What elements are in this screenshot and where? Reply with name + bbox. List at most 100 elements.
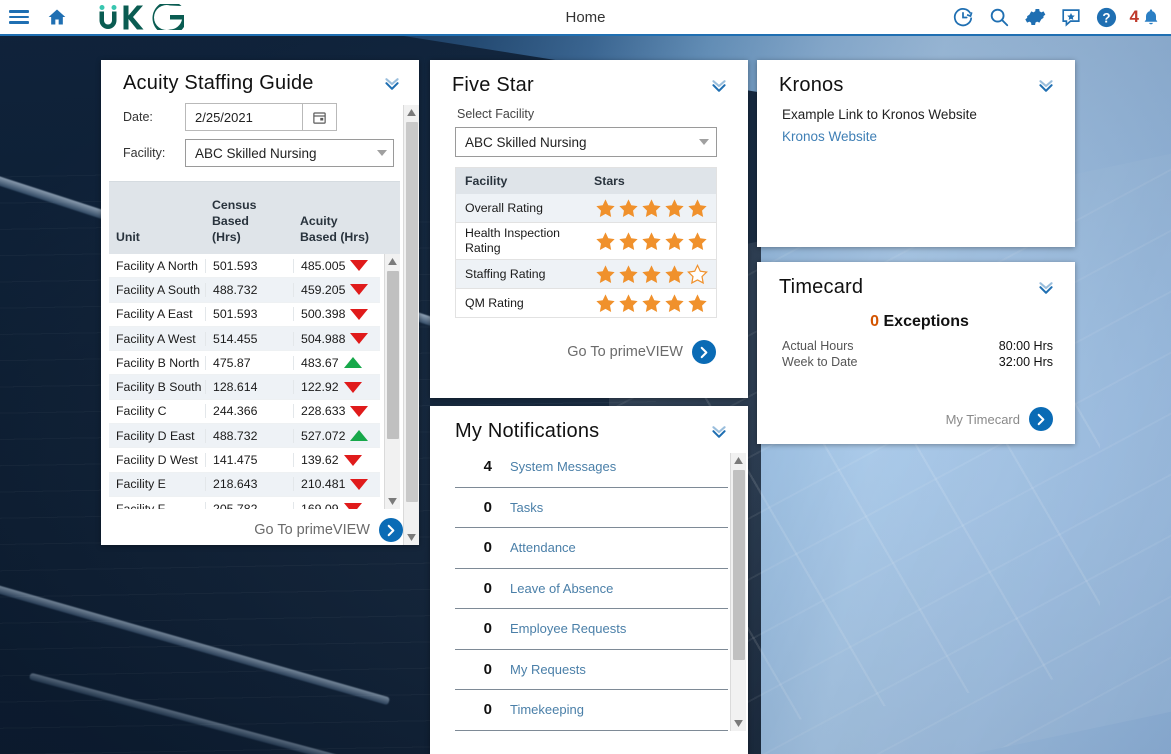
cell-census: 128.614: [205, 380, 293, 394]
acuity-col-acuity: Acuity Based (Hrs): [293, 213, 400, 254]
home-button[interactable]: [38, 0, 76, 34]
scroll-down-icon[interactable]: [385, 494, 400, 509]
scroll-up-icon[interactable]: [404, 105, 419, 120]
timecard-exceptions-label: Exceptions: [884, 313, 969, 330]
list-item[interactable]: 4 System Messages: [455, 447, 728, 488]
feedback-icon[interactable]: [1058, 4, 1084, 30]
help-icon[interactable]: ?: [1094, 4, 1120, 30]
star-icon: [641, 293, 662, 313]
notifications-list: 4 System Messages 0Tasks0Attendance 0 Leave …: [430, 447, 748, 731]
cell-unit: Facility A West: [109, 332, 205, 346]
notification-count: 4: [480, 458, 492, 475]
cell-census: 501.593: [205, 307, 293, 321]
list-item[interactable]: 0 Leave of Absence: [455, 569, 728, 610]
notification-count: 0: [480, 580, 492, 597]
notification-label[interactable]: Employee Requests: [510, 621, 626, 636]
notifications-scroll-thumb[interactable]: [733, 470, 745, 660]
list-item[interactable]: 0My Requests: [455, 650, 728, 691]
cell-acuity: 228.633: [293, 404, 380, 418]
cell-stars: [585, 264, 716, 284]
fivestar-header: Five Star: [430, 60, 748, 105]
arrow-right-circle-icon: [1029, 407, 1053, 431]
notification-label[interactable]: System Messages: [510, 459, 616, 474]
cell-unit: Facility A East: [109, 307, 205, 321]
acuity-filters: Date: 2/25/2021 Facility: ABC Skilled Nu…: [101, 99, 419, 181]
timecard-header: Timecard: [757, 262, 1075, 307]
acuity-table-body: Facility A North501.593485.005Facility A…: [109, 254, 380, 509]
timecard-actual-hours-row: Actual Hours 80:00 Hrs: [782, 339, 1053, 353]
star-icon: [664, 198, 685, 218]
acuity-col-census-l1: Census: [212, 197, 287, 213]
acuity-goto-primeview-link[interactable]: Go To primeVIEW: [101, 509, 419, 550]
cell-acuity: 485.005: [293, 259, 380, 273]
arrow-right-circle-icon: [692, 340, 716, 364]
list-item[interactable]: 0Employee Requests: [455, 609, 728, 650]
search-icon[interactable]: [986, 4, 1012, 30]
cell-census: 475.87: [205, 356, 293, 370]
timecard-exceptions: 0 Exceptions: [786, 313, 1053, 331]
cell-stars: [585, 293, 716, 313]
acuity-col-census-l2: Based: [212, 213, 287, 229]
table-row: Facility A East501.593500.398: [109, 303, 380, 327]
cell-census: 244.366: [205, 404, 293, 418]
fivestar-facility-select[interactable]: ABC Skilled Nursing: [455, 127, 717, 157]
notifications-title: My Notifications: [455, 420, 599, 443]
ukg-logo: [96, 0, 184, 34]
chevron-double-down-icon[interactable]: [706, 422, 732, 442]
chevron-double-down-icon[interactable]: [706, 76, 732, 96]
acuity-goto-label: Go To primeVIEW: [254, 522, 370, 538]
fivestar-select-label: Select Facility: [457, 107, 732, 121]
acuity-widget-scroll-thumb[interactable]: [406, 122, 418, 502]
trend-down-icon: [350, 260, 368, 271]
timecard-actual-hours-value: 80:00 Hrs: [999, 339, 1053, 353]
fivestar-goto-primeview-link[interactable]: Go To primeVIEW: [455, 318, 732, 364]
gear-icon[interactable]: [1022, 4, 1048, 30]
time-clock-icon[interactable]: [950, 4, 976, 30]
trend-up-icon: [344, 357, 362, 368]
acuity-table-scrollbar[interactable]: [384, 254, 400, 509]
star-icon: [641, 231, 662, 251]
cell-unit: Facility D West: [109, 453, 205, 467]
chevron-double-down-icon[interactable]: [379, 74, 405, 94]
notification-label[interactable]: Leave of Absence: [510, 581, 613, 596]
table-row: Health Inspection Rating: [456, 223, 716, 260]
cell-acuity-value: 483.67: [301, 356, 339, 370]
scroll-up-icon[interactable]: [731, 453, 746, 468]
scroll-up-icon[interactable]: [385, 254, 400, 269]
notification-label[interactable]: Tasks: [510, 500, 543, 515]
acuity-body: Date: 2/25/2021 Facility: ABC Skilled Nu…: [101, 99, 419, 531]
cell-census: 218.643: [205, 477, 293, 491]
notifications-button[interactable]: 4: [1130, 7, 1161, 28]
notification-label[interactable]: My Requests: [510, 662, 586, 677]
scroll-down-icon[interactable]: [731, 716, 746, 731]
notification-label[interactable]: Timekeeping: [510, 702, 584, 717]
acuity-col-acuity-l2: Based (Hrs): [300, 229, 394, 245]
table-row: Facility D East488.732527.072: [109, 424, 380, 448]
cell-unit: Facility D East: [109, 429, 205, 443]
list-item[interactable]: 0Tasks: [455, 488, 728, 529]
timecard-my-timecard-link[interactable]: My Timecard: [782, 371, 1053, 431]
fivestar-col-stars: Stars: [585, 174, 716, 188]
chevron-double-down-icon[interactable]: [1033, 76, 1059, 96]
chevron-double-down-icon[interactable]: [1033, 278, 1059, 298]
main-menu-button[interactable]: [0, 0, 38, 34]
list-item[interactable]: 0Attendance: [455, 528, 728, 569]
list-item[interactable]: 0Timekeeping: [455, 690, 728, 731]
star-icon: [618, 231, 639, 251]
timecard-week-to-date-value: 32:00 Hrs: [999, 355, 1053, 369]
notifications-scrollbar[interactable]: [730, 453, 746, 731]
scroll-down-icon[interactable]: [404, 530, 419, 545]
acuity-date-input[interactable]: 2/25/2021: [185, 103, 303, 131]
cell-acuity: 122.92: [293, 380, 380, 394]
cell-acuity: 459.205: [293, 283, 380, 297]
kronos-body: Example Link to Kronos Website Kronos We…: [757, 105, 1075, 144]
chevron-down-icon: [699, 139, 709, 145]
acuity-table-scroll-thumb[interactable]: [387, 271, 399, 439]
acuity-widget-scrollbar[interactable]: [403, 105, 419, 545]
acuity-facility-select[interactable]: ABC Skilled Nursing: [185, 139, 394, 167]
calendar-icon[interactable]: [303, 103, 337, 131]
star-icon: [595, 198, 616, 218]
notification-label[interactable]: Attendance: [510, 540, 576, 555]
kronos-website-link[interactable]: Kronos Website: [782, 129, 1053, 144]
acuity-col-unit: Unit: [109, 229, 205, 254]
